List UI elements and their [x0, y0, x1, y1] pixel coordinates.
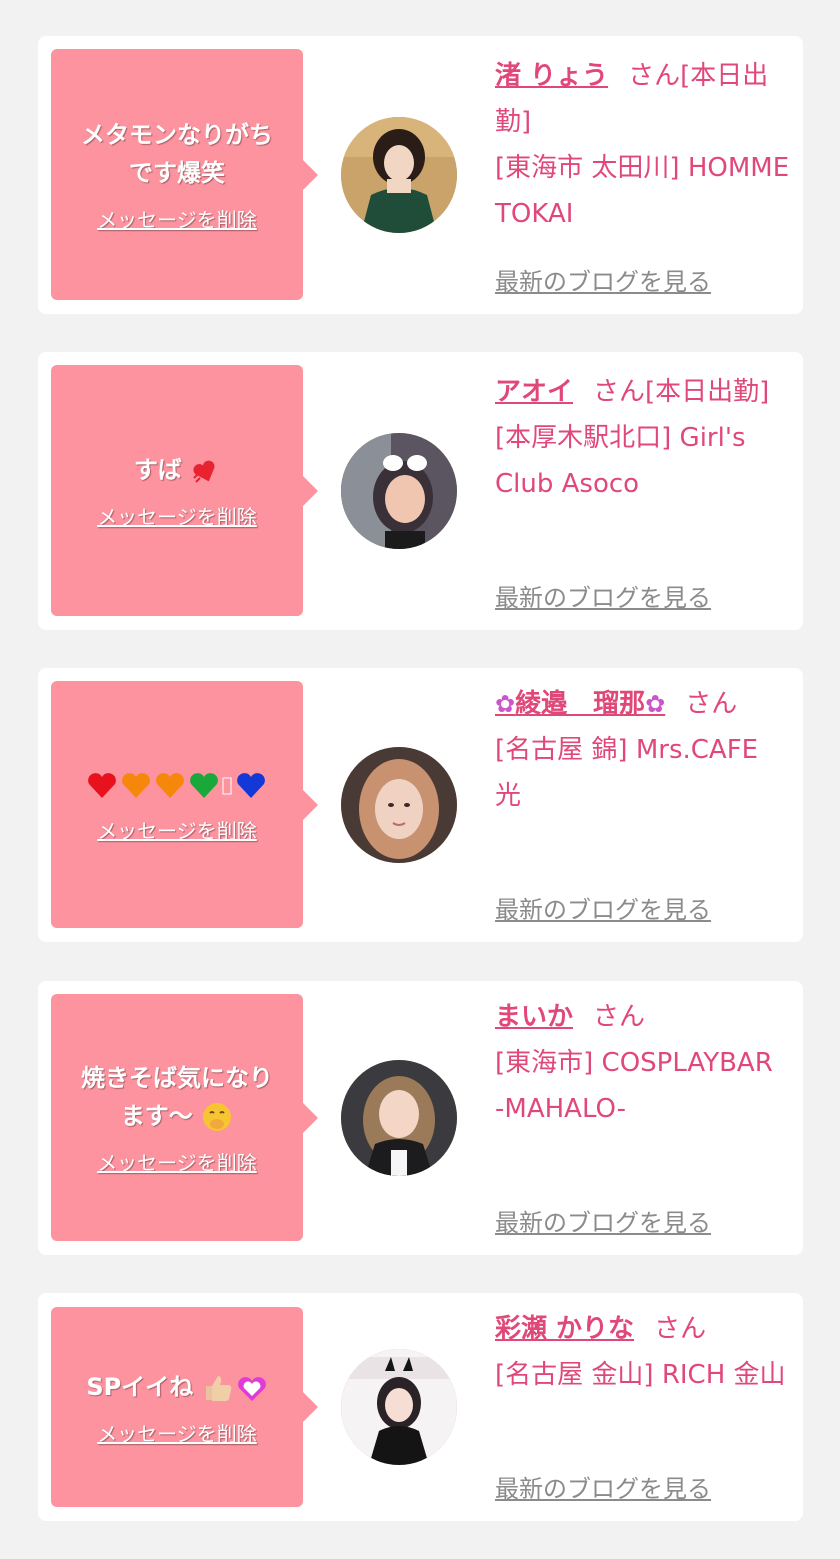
- profile-name-link[interactable]: 渚 りょう: [495, 61, 608, 91]
- avatar[interactable]: [341, 1060, 457, 1176]
- message-bubble: メタモンなりがち です爆笑 メッセージを削除: [51, 49, 318, 300]
- shop-info: [東海市] COSPLAYBAR -MAHALO-: [495, 1048, 773, 1124]
- profile-info: 彩瀬 かりな さん [名古屋 金山] RICH 金山: [495, 1306, 790, 1398]
- shop-info: [本厚木駅北口] Girl's Club Asoco: [495, 423, 746, 499]
- latest-blog-link[interactable]: 最新のブログを見る: [495, 262, 711, 297]
- flower-icon: ✿: [495, 690, 516, 718]
- honorific-status: さん: [593, 1002, 646, 1032]
- rainbow-hearts-emoji-icon: [88, 773, 265, 798]
- message-bubble: すば メッセージを削除: [51, 365, 318, 616]
- profile-info: 渚 りょう さん[本日出勤] [東海市 太田川] HOMME TOKAI: [495, 53, 790, 237]
- message-text: [85, 765, 269, 803]
- delete-message-link[interactable]: メッセージを削除: [97, 815, 257, 844]
- message-text: すば: [134, 451, 220, 489]
- message-bubble: 焼きそば気になり ます〜 メッセージを削除: [51, 994, 318, 1241]
- delete-message-link[interactable]: メッセージを削除: [97, 501, 257, 530]
- shop-info: [名古屋 金山] RICH 金山: [495, 1360, 786, 1390]
- thumbs-up-heart-emoji-icon: [205, 1375, 266, 1401]
- message-text: 焼きそば気になり ます〜: [81, 1059, 273, 1135]
- giggle-emoji-icon: [203, 1103, 232, 1131]
- avatar-photo: [341, 433, 457, 549]
- avatar-photo: [341, 1060, 457, 1176]
- avatar[interactable]: [341, 1349, 457, 1465]
- profile-name-link[interactable]: アオイ: [495, 377, 573, 407]
- message-bubble: SPイイね メッセージを削除: [51, 1307, 318, 1507]
- latest-blog-link[interactable]: 最新のブログを見る: [495, 1469, 711, 1504]
- latest-blog-link[interactable]: 最新のブログを見る: [495, 890, 711, 925]
- message-card: SPイイね メッセージを削除 彩瀬 かりな さん [名古屋 金山] RICH 金…: [38, 1293, 803, 1521]
- delete-message-link[interactable]: メッセージを削除: [97, 1147, 257, 1176]
- honorific-status: さん[本日出勤]: [593, 377, 770, 407]
- avatar-photo: [341, 117, 457, 233]
- message-list: メタモンなりがち です爆笑 メッセージを削除 渚 りょう さん[本日出勤] [東海…: [0, 0, 840, 1559]
- hearts-emoji-icon: [193, 460, 215, 483]
- message-card: メタモンなりがち です爆笑 メッセージを削除 渚 りょう さん[本日出勤] [東海…: [38, 36, 803, 314]
- avatar[interactable]: [341, 117, 457, 233]
- shop-info: [東海市 太田川] HOMME TOKAI: [495, 153, 790, 229]
- honorific-status: さん: [685, 689, 738, 719]
- latest-blog-link[interactable]: 最新のブログを見る: [495, 1203, 711, 1238]
- flower-icon: ✿: [645, 690, 666, 718]
- message-card: メッセージを削除 ✿綾邉 瑠那✿ さん [名古屋 錦] Mrs.CAFE 光 最新…: [38, 668, 803, 942]
- latest-blog-link[interactable]: 最新のブログを見る: [495, 578, 711, 613]
- honorific-status: さん: [654, 1314, 707, 1344]
- message-card: すば メッセージを削除 アオイ さん[本日出勤] [本厚木駅北口] Girl's…: [38, 352, 803, 630]
- profile-name-link[interactable]: ✿綾邉 瑠那✿: [495, 689, 665, 719]
- avatar-photo: [341, 1349, 457, 1465]
- avatar[interactable]: [341, 747, 457, 863]
- message-bubble: メッセージを削除: [51, 681, 318, 928]
- delete-message-link[interactable]: メッセージを削除: [97, 204, 257, 233]
- message-text: SPイイね: [86, 1368, 267, 1406]
- avatar[interactable]: [341, 433, 457, 549]
- profile-name-link[interactable]: 彩瀬 かりな: [495, 1314, 634, 1344]
- profile-name-link[interactable]: まいか: [495, 1002, 573, 1032]
- message-card: 焼きそば気になり ます〜 メッセージを削除 まいか さん [東海市] COSPL…: [38, 981, 803, 1255]
- message-text: メタモンなりがち です爆笑: [81, 121, 273, 187]
- profile-info: ✿綾邉 瑠那✿ さん [名古屋 錦] Mrs.CAFE 光: [495, 681, 790, 819]
- avatar-photo: [341, 747, 457, 863]
- profile-info: まいか さん [東海市] COSPLAYBAR -MAHALO-: [495, 994, 790, 1132]
- profile-info: アオイ さん[本日出勤] [本厚木駅北口] Girl's Club Asoco: [495, 369, 790, 507]
- delete-message-link[interactable]: メッセージを削除: [97, 1418, 257, 1447]
- shop-info: [名古屋 錦] Mrs.CAFE 光: [495, 735, 759, 811]
